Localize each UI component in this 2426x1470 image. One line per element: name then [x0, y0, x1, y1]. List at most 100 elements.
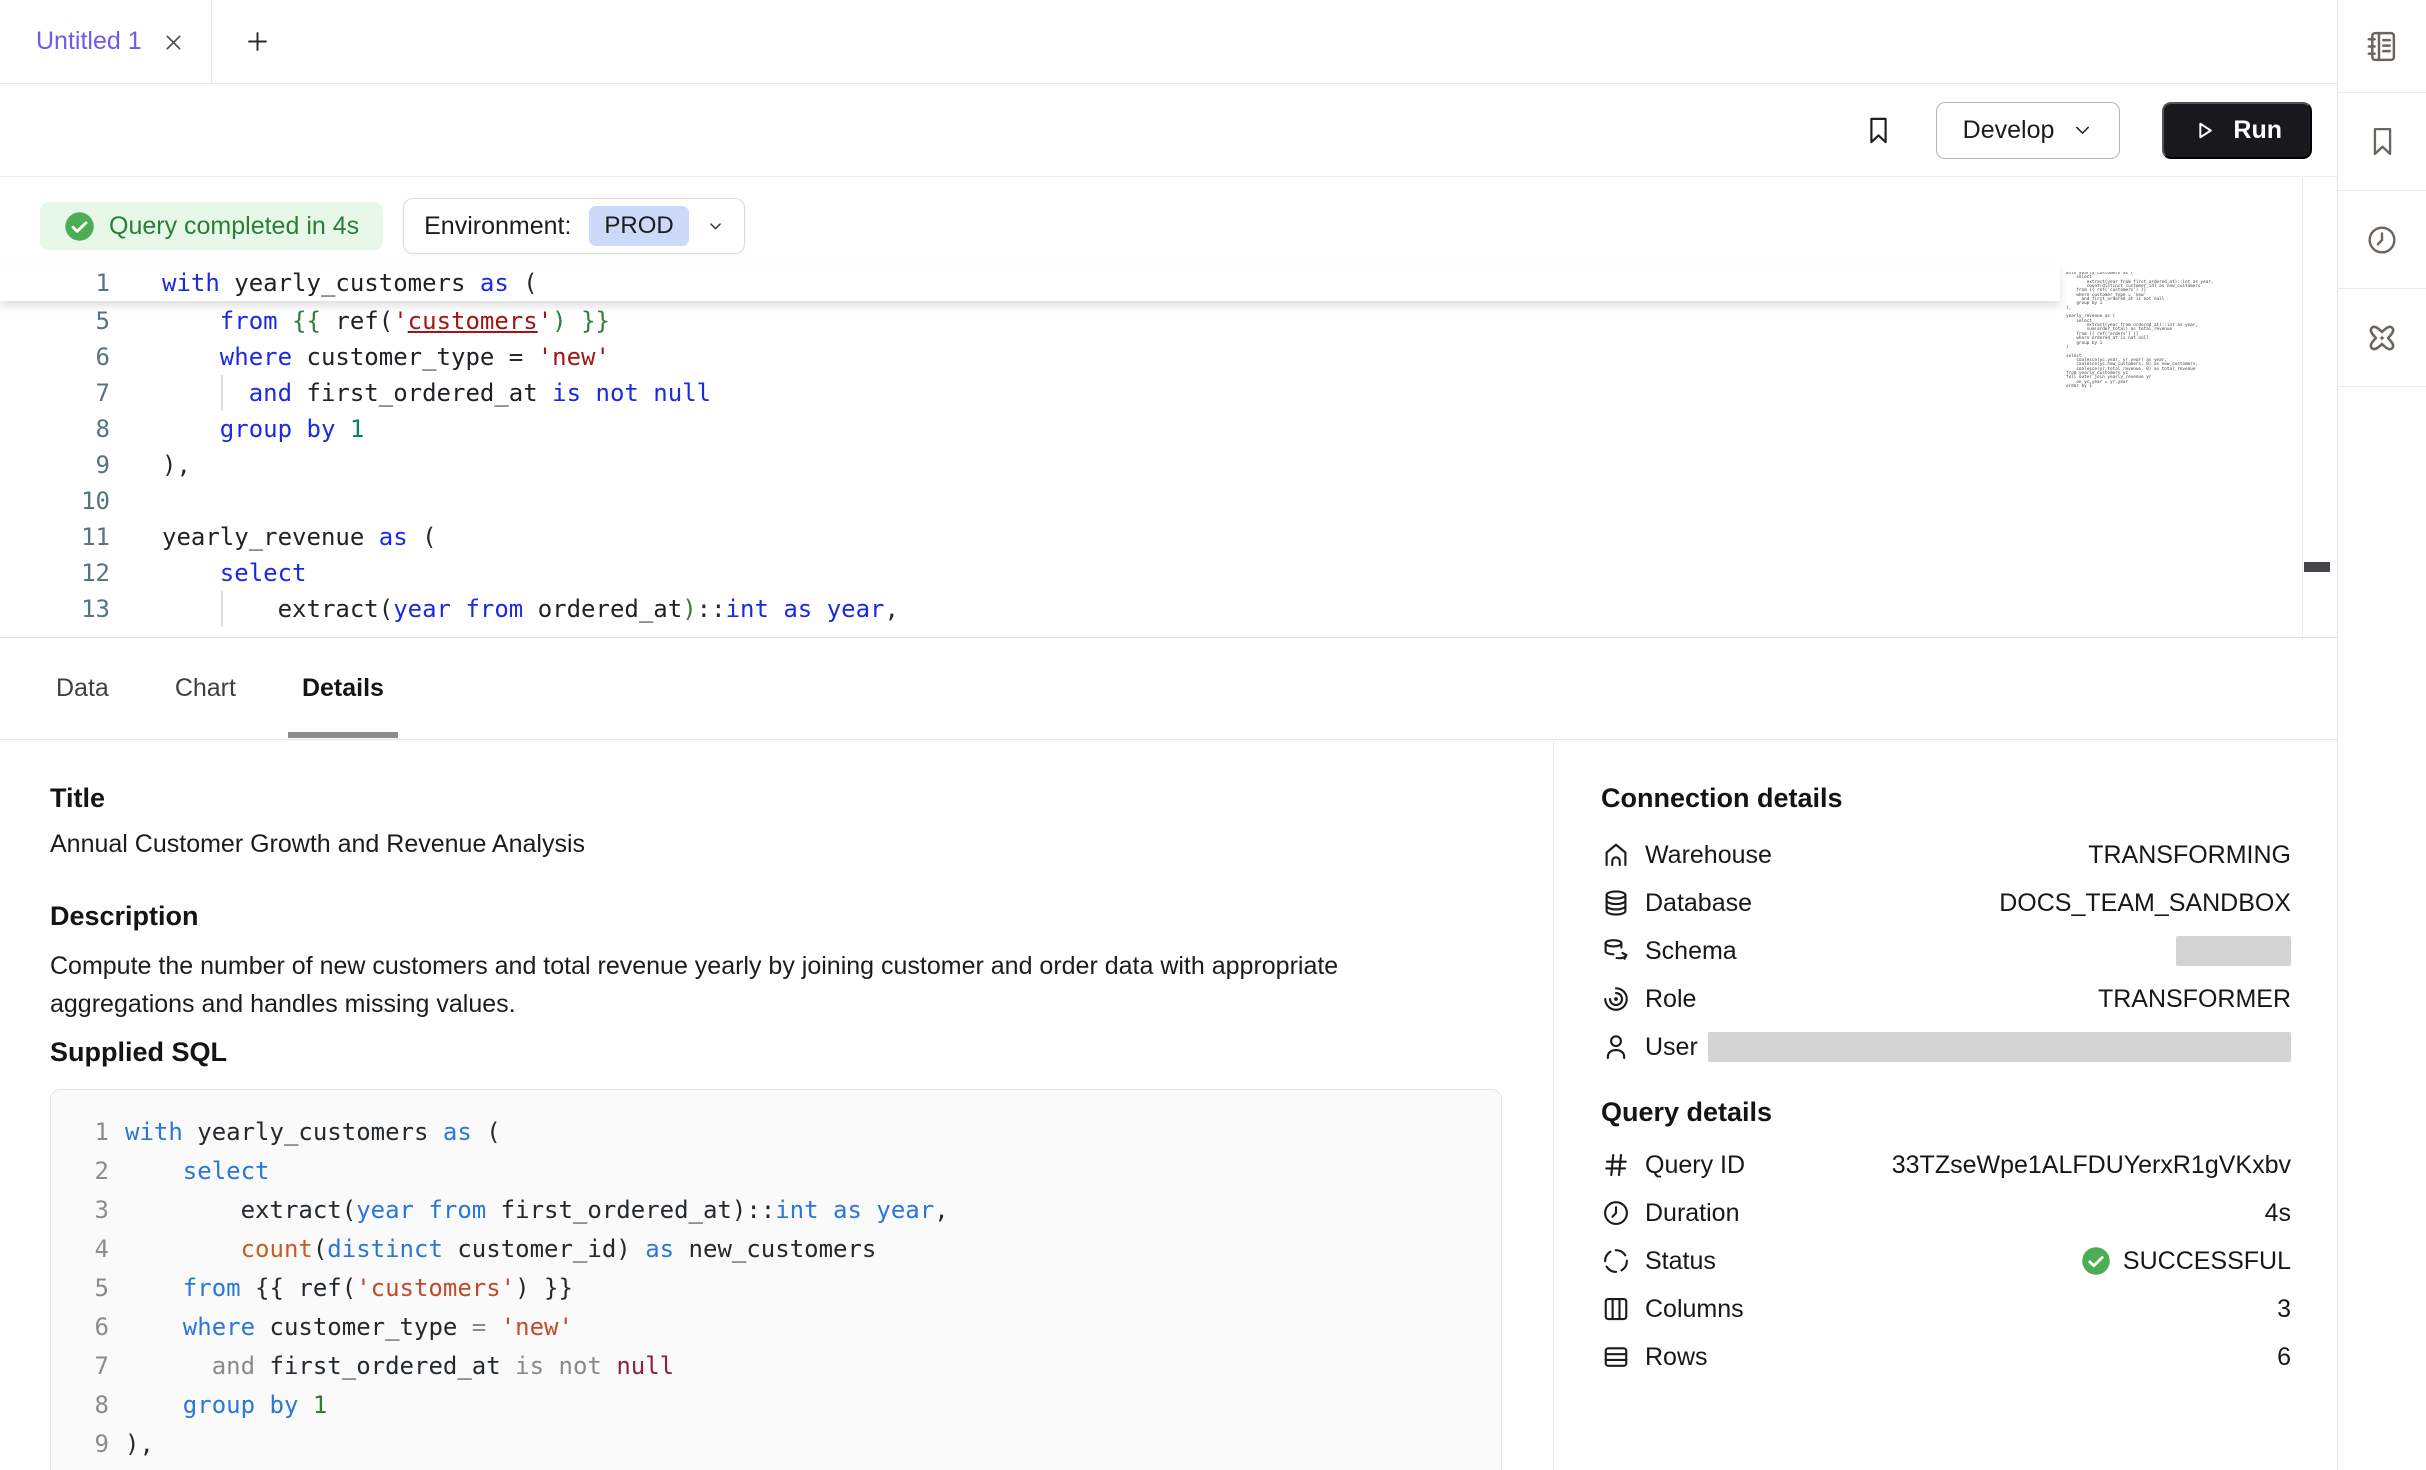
toolbar: Develop Run: [0, 84, 2337, 177]
line-number: 10: [0, 487, 110, 515]
query-id-value: 33TZseWpe1ALFDUYerxR1gVKxbv: [1892, 1151, 2291, 1180]
develop-dropdown[interactable]: Develop: [1936, 102, 2121, 159]
line-number: 1: [0, 269, 110, 297]
editor-scrollbar-thumb[interactable]: [2304, 562, 2330, 572]
right-icon-sidebar: [2337, 0, 2426, 1470]
indent-guide: [221, 375, 223, 411]
query-row-rows: Rows 6: [1601, 1333, 2291, 1381]
minimap-divider: [2302, 178, 2303, 637]
columns-icon: [1601, 1294, 1631, 1324]
code-line: 1with yearly_customers as (: [0, 265, 2060, 301]
warehouse-value: TRANSFORMING: [2088, 841, 2291, 870]
bookmark-icon[interactable]: [1863, 115, 1894, 146]
code-line: 5 from {{ ref('customers') }}: [69, 1268, 1501, 1307]
status-icon: [1601, 1246, 1631, 1276]
code-line: 7 and first_ordered_at is not null: [69, 1346, 1501, 1385]
code-line: 6 where customer_type = 'new': [0, 339, 2060, 375]
line-number: 5: [0, 307, 110, 335]
environment-label: Environment:: [424, 212, 571, 241]
line-number: 9: [69, 1430, 109, 1458]
details-main: Title Annual Customer Growth and Revenue…: [50, 741, 1505, 1470]
supplied-sql-heading: Supplied SQL: [50, 1037, 1505, 1067]
clock-icon: [2365, 223, 2399, 257]
tab-details[interactable]: Details: [296, 638, 390, 739]
line-number: 6: [69, 1313, 109, 1341]
code-line: 10: [0, 483, 2060, 519]
query-status-pill: Query completed in 4s: [40, 202, 383, 250]
line-number: 1: [69, 1118, 109, 1146]
query-details-heading: Query details: [1601, 1097, 2336, 1127]
run-label: Run: [2233, 116, 2282, 145]
connection-row-warehouse: Warehouse TRANSFORMING: [1601, 831, 2291, 879]
result-tab-bar: Data Chart Details: [0, 638, 2337, 740]
code-line: 3 extract(year from first_ordered_at)::i…: [69, 1190, 1501, 1229]
develop-label: Develop: [1963, 116, 2055, 145]
tab-label: Untitled 1: [36, 27, 142, 56]
success-check-icon: [2081, 1246, 2111, 1276]
code-line: 8 group by 1: [0, 411, 2060, 447]
line-number: 11: [0, 523, 110, 551]
play-icon: [2192, 118, 2217, 143]
details-sidebar: Connection details Warehouse TRANSFORMIN…: [1553, 741, 2336, 1470]
hash-icon: [1601, 1150, 1631, 1180]
line-number: 8: [0, 415, 110, 443]
code-line: 7 and first_ordered_at is not null: [0, 375, 2060, 411]
user-icon: [1601, 1032, 1631, 1062]
code-line: 5 from {{ ref('customers') }}: [0, 303, 2060, 339]
query-row-id: Query ID 33TZseWpe1ALFDUYerxR1gVKxbv: [1601, 1141, 2291, 1189]
sql-editor[interactable]: Query completed in 4s Environment: PROD …: [0, 178, 2337, 638]
new-tab-button[interactable]: [244, 28, 271, 55]
code-line: 2 select: [69, 1151, 1501, 1190]
query-title: Annual Customer Growth and Revenue Analy…: [50, 829, 1505, 859]
line-number: 8: [69, 1391, 109, 1419]
role-icon: [1601, 984, 1631, 1014]
database-icon: [1601, 888, 1631, 918]
connection-row-database: Database DOCS_TEAM_SANDBOX: [1601, 879, 2291, 927]
connection-row-schema: Schema: [1601, 927, 2291, 975]
run-button[interactable]: Run: [2162, 102, 2312, 159]
line-number: 7: [69, 1352, 109, 1380]
columns-value: 3: [2277, 1295, 2291, 1324]
code-line: 11yearly_revenue as (: [0, 519, 2060, 555]
rows-icon: [1601, 1342, 1631, 1372]
editor-status-row: Query completed in 4s Environment: PROD: [40, 198, 745, 254]
tab-chart[interactable]: Chart: [169, 638, 242, 739]
query-row-duration: Duration 4s: [1601, 1189, 2291, 1237]
chevron-down-icon: [2072, 120, 2093, 141]
query-row-status: Status SUCCESSFUL: [1601, 1237, 2291, 1285]
redacted-user-value: [1708, 1032, 2291, 1062]
chevron-down-icon: [707, 218, 724, 235]
line-number: 13: [0, 595, 110, 623]
line-number: 12: [0, 559, 110, 587]
code-line: 10: [69, 1463, 1501, 1470]
supplied-sql-block: 1with yearly_customers as (2 select3 ext…: [50, 1089, 1502, 1470]
code-line: 6 where customer_type = 'new': [69, 1307, 1501, 1346]
code-line: 9),: [69, 1424, 1501, 1463]
code-line: 9),: [0, 447, 2060, 483]
bookmark-icon: [2366, 125, 2399, 158]
code-line: 4 count(distinct customer_id) as new_cus…: [69, 1229, 1501, 1268]
history-panel-button[interactable]: [2338, 191, 2426, 289]
editor-minimap[interactable]: with yearly_customers as ( select extrac…: [2066, 272, 2300, 389]
editor-code[interactable]: 1with yearly_customers as (5 from {{ ref…: [0, 265, 2060, 627]
line-number: 6: [0, 343, 110, 371]
line-number: 3: [69, 1196, 109, 1224]
line-number: 2: [69, 1157, 109, 1185]
line-number: 7: [0, 379, 110, 407]
tab-data[interactable]: Data: [50, 638, 115, 739]
check-circle-icon: [64, 211, 95, 242]
bookmarks-panel-button[interactable]: [2338, 93, 2426, 191]
lineage-icon: [2364, 320, 2400, 356]
close-tab-icon[interactable]: [162, 31, 185, 54]
environment-selector[interactable]: Environment: PROD: [403, 198, 745, 254]
tab-untitled-1[interactable]: Untitled 1: [0, 0, 212, 83]
code-line: 12 select: [0, 555, 2060, 591]
lineage-panel-button[interactable]: [2338, 289, 2426, 387]
code-line: 13 extract(year from ordered_at)::int as…: [0, 591, 2060, 627]
role-value: TRANSFORMER: [2098, 985, 2291, 1014]
schema-icon: [1601, 936, 1631, 966]
query-description: Compute the number of new customers and …: [50, 947, 1445, 1023]
warehouse-icon: [1601, 840, 1631, 870]
rows-value: 6: [2277, 1343, 2291, 1372]
notebook-panel-button[interactable]: [2338, 0, 2426, 93]
